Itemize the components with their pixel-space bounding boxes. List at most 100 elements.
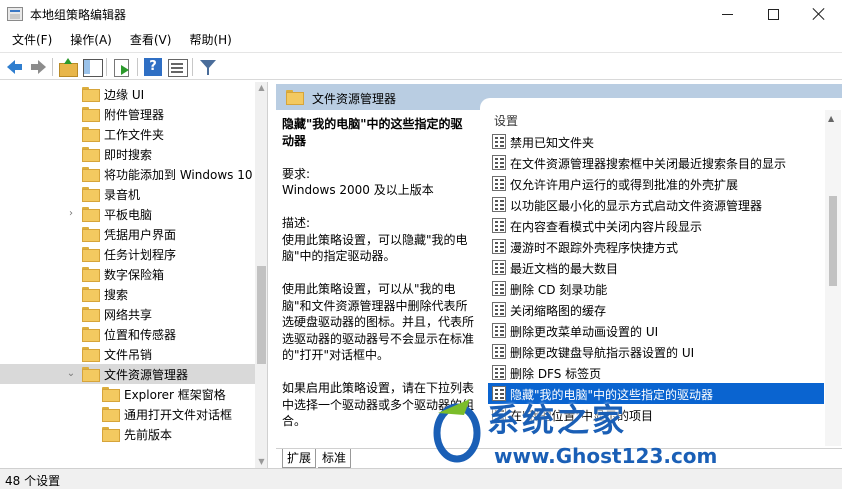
setting-row[interactable]: 最近文档的最大数目 bbox=[488, 257, 824, 278]
expand-chevron-icon[interactable]: › bbox=[66, 208, 76, 220]
maximize-button[interactable] bbox=[750, 0, 796, 28]
policy-setting-icon bbox=[492, 155, 506, 170]
menu-view[interactable]: 查看(V) bbox=[123, 29, 179, 51]
menu-help[interactable]: 帮助(H) bbox=[182, 29, 238, 51]
tree-item[interactable]: Explorer 框架窗格 bbox=[0, 384, 255, 404]
setting-name: 删除更改菜单动画设置的 UI bbox=[510, 325, 659, 339]
policy-setting-icon bbox=[492, 302, 506, 317]
tree-item-label: 平板电脑 bbox=[104, 208, 153, 222]
close-button[interactable] bbox=[796, 0, 842, 28]
tree-item-label: 任务计划程序 bbox=[104, 248, 177, 262]
setting-row[interactable]: 删除 DFS 标签页 bbox=[488, 362, 824, 383]
tree-item[interactable]: 即时搜索 bbox=[0, 144, 255, 164]
help-icon[interactable] bbox=[143, 57, 163, 77]
settings-scrollbar[interactable]: ▲ bbox=[825, 110, 841, 446]
tree-item-label: 文件资源管理器 bbox=[104, 368, 189, 382]
scroll-thumb[interactable] bbox=[257, 266, 266, 364]
collapse-chevron-icon[interactable]: ⌄ bbox=[66, 368, 76, 380]
tree-item[interactable]: 网络共享 bbox=[0, 304, 255, 324]
export-list-icon[interactable] bbox=[112, 57, 132, 77]
setting-row[interactable]: 删除 CD 刻录功能 bbox=[488, 278, 824, 299]
tree-item[interactable]: 通用打开文件对话框 bbox=[0, 404, 255, 424]
tree-item[interactable]: ⌄ 文件资源管理器 bbox=[0, 364, 255, 384]
tab-standard[interactable]: 标准 bbox=[318, 449, 352, 468]
show-hide-tree-icon[interactable] bbox=[82, 57, 103, 77]
setting-row[interactable]: 禁用已知文件夹 bbox=[488, 131, 824, 152]
tree-item[interactable]: 边缘 UI bbox=[0, 84, 255, 104]
tree-item[interactable]: 先前版本 bbox=[0, 424, 255, 444]
tree-item-label: 先前版本 bbox=[124, 428, 173, 442]
folder-icon bbox=[82, 147, 100, 162]
details-header-title: 文件资源管理器 bbox=[312, 92, 397, 106]
up-folder-icon[interactable] bbox=[58, 57, 78, 77]
folder-icon bbox=[286, 90, 304, 105]
forward-arrow-icon[interactable] bbox=[28, 57, 48, 77]
folder-icon bbox=[82, 207, 100, 222]
watermark-url: www.Ghost123.com bbox=[494, 444, 718, 468]
tree-item-label: 边缘 UI bbox=[104, 88, 145, 102]
setting-row[interactable]: 以功能区最小化的显示方式启动文件资源管理器 bbox=[488, 194, 824, 215]
setting-row[interactable]: 删除更改菜单动画设置的 UI bbox=[488, 320, 824, 341]
scroll-up-icon[interactable]: ▲ bbox=[257, 82, 266, 94]
tree-item-label: 搜索 bbox=[104, 288, 129, 302]
policy-setting-icon bbox=[492, 323, 506, 338]
tree-item-label: 将功能添加到 Windows 10 bbox=[104, 168, 253, 182]
tab-extended[interactable]: 扩展 bbox=[282, 449, 317, 468]
tree-item[interactable]: 录音机 bbox=[0, 184, 255, 204]
properties-icon[interactable] bbox=[167, 57, 188, 77]
filter-icon[interactable] bbox=[198, 57, 218, 77]
setting-row[interactable]: 在文件资源管理器搜索框中关闭最近搜索条目的显示 bbox=[488, 152, 824, 173]
tree-item-label: 录音机 bbox=[104, 188, 141, 202]
tree-item-label: 数字保险箱 bbox=[104, 268, 165, 282]
policy-setting-icon bbox=[492, 197, 506, 212]
folder-icon bbox=[102, 407, 120, 422]
status-bar: 48 个设置 bbox=[0, 468, 842, 489]
description-label: 描述: bbox=[282, 216, 311, 230]
column-header-setting[interactable]: 设置 bbox=[494, 112, 518, 129]
tree-item[interactable]: 任务计划程序 bbox=[0, 244, 255, 264]
setting-row[interactable]: 在内容查看模式中关闭内容片段显示 bbox=[488, 215, 824, 236]
description-paragraph-1: 使用此策略设置，可以隐藏"我的电脑"中的指定驱动器。 bbox=[282, 232, 468, 264]
close-icon bbox=[812, 7, 826, 21]
setting-name: 在文件资源管理器搜索框中关闭最近搜索条目的显示 bbox=[510, 157, 787, 171]
tree-item[interactable]: 文件吊销 bbox=[0, 344, 255, 364]
tree-item[interactable]: › 平板电脑 bbox=[0, 204, 255, 224]
folder-icon bbox=[82, 87, 100, 102]
scroll-up-icon[interactable]: ▲ bbox=[828, 114, 834, 123]
setting-name: 关闭缩略图的缓存 bbox=[510, 304, 607, 318]
policy-setting-icon bbox=[492, 260, 506, 275]
setting-row[interactable]: 关闭缩略图的缓存 bbox=[488, 299, 824, 320]
folder-icon bbox=[82, 227, 100, 242]
back-arrow-icon[interactable] bbox=[5, 57, 25, 77]
setting-row[interactable]: 漫游时不跟踪外壳程序快捷方式 bbox=[488, 236, 824, 257]
setting-name: 删除 DFS 标签页 bbox=[510, 367, 602, 381]
tree-item[interactable]: 工作文件夹 bbox=[0, 124, 255, 144]
tree-item[interactable]: 搜索 bbox=[0, 284, 255, 304]
folder-icon bbox=[82, 267, 100, 282]
tree-item[interactable]: 将功能添加到 Windows 10 bbox=[0, 164, 255, 184]
folder-icon bbox=[82, 187, 100, 202]
setting-row[interactable]: 仅允许许用户运行的或得到批准的外壳扩展 bbox=[488, 173, 824, 194]
minimize-button[interactable] bbox=[704, 0, 750, 28]
maximize-icon bbox=[767, 8, 779, 20]
policy-setting-icon bbox=[492, 176, 506, 191]
menu-bar: 文件(F) 操作(A) 查看(V) 帮助(H) bbox=[0, 29, 842, 51]
tree-item[interactable]: 凭据用户界面 bbox=[0, 224, 255, 244]
tree-item-label: 文件吊销 bbox=[104, 348, 153, 362]
folder-icon bbox=[82, 307, 100, 322]
setting-row[interactable]: 删除更改键盘导航指示器设置的 UI bbox=[488, 341, 824, 362]
tree-item[interactable]: 附件管理器 bbox=[0, 104, 255, 124]
tree-item-label: 凭据用户界面 bbox=[104, 228, 177, 242]
tree-item[interactable]: 数字保险箱 bbox=[0, 264, 255, 284]
tree-scrollbar[interactable]: ▲ ▼ bbox=[255, 82, 267, 468]
scroll-thumb[interactable] bbox=[829, 196, 837, 286]
tree-item[interactable]: 位置和传感器 bbox=[0, 324, 255, 344]
setting-name: 最近文档的最大数目 bbox=[510, 262, 619, 276]
scroll-down-icon[interactable]: ▼ bbox=[257, 456, 266, 468]
policy-setting-icon bbox=[492, 344, 506, 359]
folder-icon bbox=[102, 387, 120, 402]
window-title: 本地组策略编辑器 bbox=[30, 8, 127, 22]
status-text: 48 个设置 bbox=[5, 474, 61, 488]
menu-action[interactable]: 操作(A) bbox=[63, 29, 119, 51]
menu-file[interactable]: 文件(F) bbox=[5, 29, 59, 51]
